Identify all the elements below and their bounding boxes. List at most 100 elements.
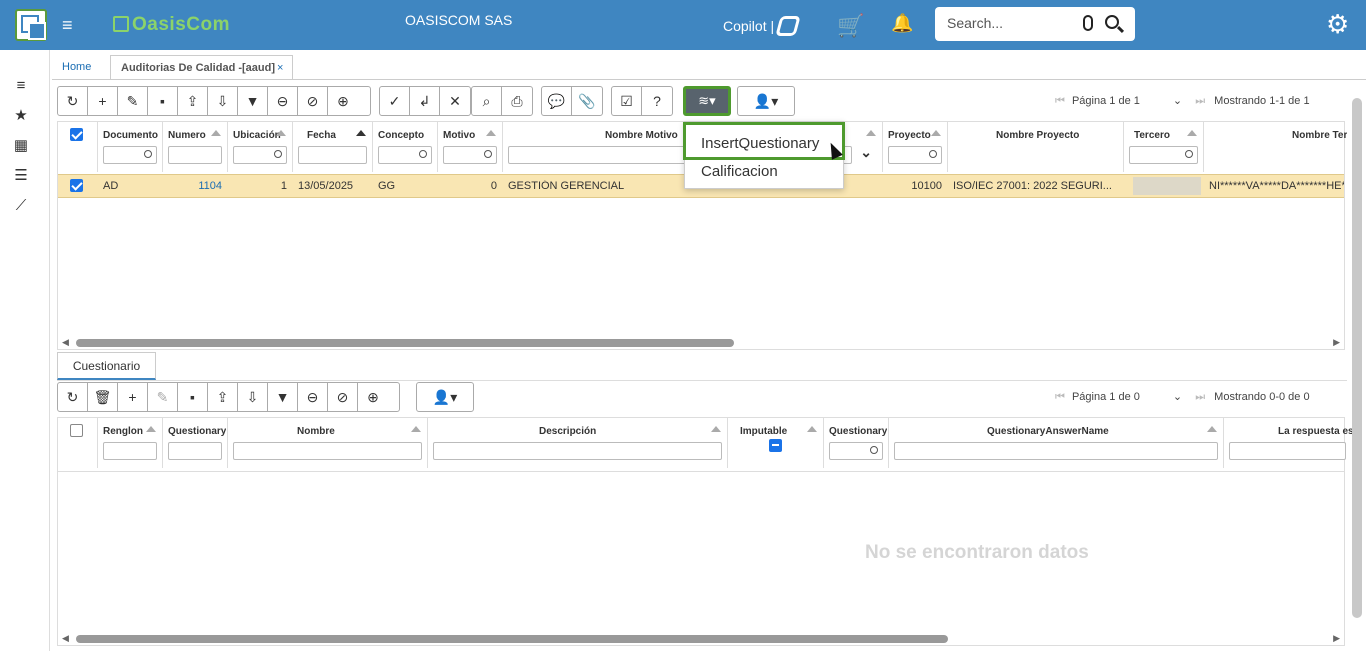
tab-auditorias[interactable]: Auditorias De Calidad -[aaud] × [110,55,293,79]
page-select[interactable]: ⌄ [1173,391,1182,403]
mic-icon[interactable] [1083,15,1093,31]
sort-icon[interactable] [411,426,421,432]
tab-cuestionario[interactable]: Cuestionario [57,352,156,380]
reverse-icon[interactable]: ↲ [410,87,440,115]
filter-input[interactable] [894,442,1218,460]
sort-icon[interactable] [931,130,941,136]
horizontal-scrollbar[interactable] [76,635,948,643]
chart-icon[interactable]: ⟋ [12,198,30,214]
refresh-icon[interactable]: ↻ [58,383,88,411]
sort-icon[interactable] [807,426,817,432]
col-questionary-2[interactable]: Questionary [824,418,889,468]
filter-icon[interactable]: ▼ [268,383,298,411]
menu-item-calificacion[interactable]: Calificacion [685,160,843,188]
scroll-right-icon[interactable]: ▶ [1333,633,1340,644]
menu-icon[interactable]: ≡ [12,78,30,94]
select-all-checkbox[interactable] [70,128,83,141]
col-renglon[interactable]: Renglon [98,418,163,468]
refresh-icon[interactable]: ↻ [58,87,88,115]
next-page-icon[interactable]: ⏭ [1195,95,1205,107]
hamburger-icon[interactable]: ≡ [62,16,78,34]
vertical-scrollbar[interactable] [1352,98,1362,618]
filter-icon[interactable]: ▼ [238,87,268,115]
close-x-icon[interactable]: ✕ [440,87,470,115]
filter-input[interactable] [168,442,222,460]
user-settings-button[interactable]: 👤▾ [737,86,795,116]
col-descripcion[interactable]: Descripción [428,418,728,468]
filter-input[interactable] [168,146,222,164]
cell-numero[interactable]: 1104 [163,180,222,192]
comment-icon[interactable]: 💬 [542,87,572,115]
check-icon[interactable]: ✓ [380,87,410,115]
scroll-right-icon[interactable]: ▶ [1333,337,1340,348]
cart-icon[interactable]: 🛒 [837,13,864,39]
star-icon[interactable]: ★ [12,108,30,124]
layers-menu-button[interactable]: ≋▾ [683,86,731,116]
sort-icon[interactable] [1187,130,1197,136]
detail-user-settings-button[interactable]: 👤▾ [416,382,474,412]
col-imputable[interactable]: Imputable [728,418,824,468]
download-icon[interactable]: ⇩ [238,383,268,411]
page-select[interactable]: ⌄ [1173,95,1182,107]
close-icon[interactable]: × [277,62,283,74]
save-icon[interactable]: ▪ [148,87,178,115]
menu-item-insert-questionary[interactable]: InsertQuestionary [683,122,845,160]
sort-icon[interactable] [146,426,156,432]
imputable-indeterminate-checkbox[interactable] [769,439,782,452]
sort-icon[interactable] [356,130,366,136]
scroll-left-icon[interactable]: ◀ [62,633,69,644]
col-questionary[interactable]: Questionary [163,418,228,468]
attach-icon[interactable]: 📎 [572,87,602,115]
copilot-button[interactable]: Copilot | [723,16,801,36]
filter-input[interactable] [433,442,722,460]
filter-input[interactable] [233,146,287,164]
zoom-out-icon[interactable]: ⊖ [268,87,298,115]
col-la-respuesta[interactable]: La respuesta es [1224,418,1354,468]
cancel-icon[interactable]: ⊘ [298,87,328,115]
col-questionary-answer-name[interactable]: QuestionaryAnswerName [889,418,1224,468]
bell-icon[interactable]: 🔔 [891,13,913,34]
col-nombre[interactable]: Nombre [228,418,428,468]
filter-input[interactable] [103,146,157,164]
row-checkbox[interactable] [70,179,83,192]
filter-input[interactable] [443,146,497,164]
list-icon[interactable]: ☰ [12,168,30,184]
search-icon[interactable] [1105,15,1119,29]
save-icon[interactable]: ▪ [178,383,208,411]
add-circle-icon[interactable]: ⊕ [358,383,388,411]
gear-icon[interactable]: ⚙ [1326,10,1349,38]
edit-icon[interactable]: ✎ [118,87,148,115]
approve-box-icon[interactable]: ☑ [612,87,642,115]
filter-input[interactable] [103,442,157,460]
help-icon[interactable]: ? [642,87,672,115]
filter-input[interactable] [1129,146,1198,164]
sort-icon[interactable] [866,130,876,136]
filter-input[interactable] [888,146,942,164]
add-circle-icon[interactable]: ⊕ [328,87,358,115]
filter-input[interactable] [233,442,422,460]
download-icon[interactable]: ⇩ [208,87,238,115]
filter-input[interactable] [1229,442,1346,460]
add-icon[interactable]: + [118,383,148,411]
sort-icon[interactable] [1207,426,1217,432]
add-icon[interactable]: + [88,87,118,115]
chevron-down-icon[interactable]: ⌄ [860,144,872,161]
sort-icon[interactable] [711,426,721,432]
sort-icon[interactable] [211,130,221,136]
col-numero[interactable]: Numero [163,122,228,172]
col-motivo[interactable]: Motivo [438,122,503,172]
col-nombre-proyecto[interactable]: Nombre Proyecto [948,122,1124,172]
edit-icon[interactable]: ✎ [148,383,178,411]
magnify-icon[interactable]: ⌕ [472,87,502,115]
calendar-icon[interactable]: ▦ [12,138,30,154]
col-ubicacion[interactable]: Ubicación [228,122,293,172]
filter-input[interactable] [829,442,883,460]
next-page-icon[interactable]: ⏭ [1195,391,1205,403]
cancel-icon[interactable]: ⊘ [328,383,358,411]
filter-input[interactable] [378,146,432,164]
col-fecha[interactable]: Fecha [293,122,373,172]
print-icon[interactable]: ⎙ [502,87,532,115]
first-page-icon[interactable]: ⏮ [1055,391,1065,403]
scroll-left-icon[interactable]: ◀ [62,337,69,348]
select-all-checkbox[interactable] [70,424,83,437]
